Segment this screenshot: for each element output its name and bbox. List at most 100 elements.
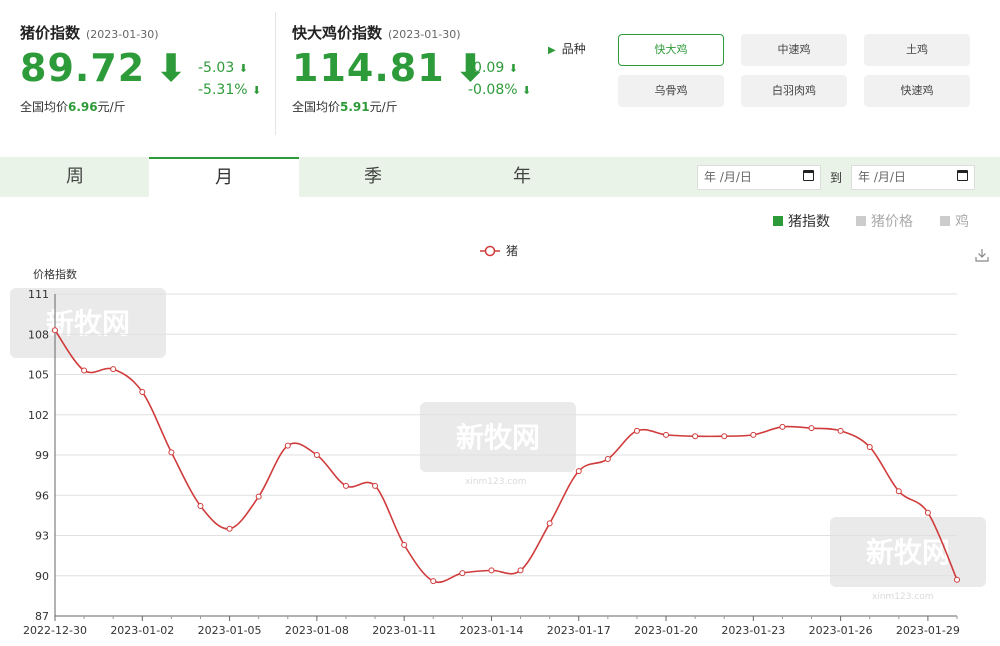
data-point [779,423,786,430]
calendar-icon [803,170,814,181]
data-point [633,427,640,434]
pig-change-pct: -5.31% ⬇ [198,82,262,98]
period-tab-bar: 周 月 季 年 [0,157,1000,197]
legend-label-pig: 猪 [506,244,518,258]
pig-index-date: (2023-01-30) [86,28,159,41]
breed-button-kuaisu[interactable]: 快速鸡 [864,75,970,107]
data-point [139,388,146,395]
data-point [110,366,117,373]
pig-index-line-chart: 新牧网 新牧网 xinm123.com 新牧网 xinm123.com 87 90… [10,244,986,637]
legend-swatch [773,216,783,226]
data-point [517,567,524,574]
data-point [750,431,757,438]
toggle-pig-index[interactable]: 猪指数 [773,211,830,231]
x-tick-label: 2022-12-30 [23,624,87,637]
data-point [837,427,844,434]
data-point [546,520,553,527]
date-range-to-label: 到 [830,171,843,185]
data-point [372,482,379,489]
down-arrow-icon: ⬇ [238,62,248,75]
down-arrow-icon: ⬇ [251,84,262,97]
y-tick-label: 108 [28,328,49,341]
svg-text:xinm123.com: xinm123.com [872,592,934,602]
data-point [197,502,204,509]
data-point [52,327,58,334]
tab-week[interactable]: 周 [0,157,150,197]
x-tick-label: 2023-01-20 [634,624,698,637]
data-point [313,452,320,458]
svg-text:xinm123.com: xinm123.com [465,477,527,487]
chicken-avg-price: 全国均价5.91元/斤 [292,100,398,114]
tab-month[interactable]: 月 [149,157,299,197]
x-tick-label: 2023-01-08 [285,624,349,637]
toggle-pig-price[interactable]: 猪价格 [856,211,913,231]
chicken-change-pct: -0.08% ⬇ [468,82,532,98]
chicken-index-date: (2023-01-30) [388,28,461,41]
data-point [168,449,175,456]
divider [275,12,276,135]
x-tick-label: 2023-01-02 [110,624,174,637]
data-point [81,367,88,374]
date-to-input[interactable]: 年 /月/日 [851,165,975,190]
chicken-index-value: 114.81 ⬇ [292,46,488,90]
data-point [924,509,931,516]
breed-button-wugu[interactable]: 乌骨鸡 [618,75,724,107]
breed-button-kuaida[interactable]: 快大鸡 [618,34,724,66]
y-tick-label: 87 [35,610,49,623]
y-tick-label: 90 [35,570,49,583]
pig-index-value: 89.72 ⬇ [20,46,189,90]
chicken-change-abs: -0.09 ⬇ [468,60,518,76]
chicken-index-title: 快大鸡价指数 (2023-01-30) [292,24,461,42]
x-tick-label: 2023-01-23 [721,624,785,637]
breed-button-baiyu[interactable]: 白羽肉鸡 [741,75,847,107]
y-tick-label: 99 [35,449,49,462]
y-tick-label: 105 [28,369,49,382]
data-point [575,468,582,475]
tab-year[interactable]: 年 [447,157,597,197]
data-point [401,541,408,548]
breed-label: ▶ 品种 [548,42,586,56]
legend-swatch [856,216,866,226]
x-tick-label: 2023-01-17 [547,624,611,637]
chart-legend[interactable]: 猪 [480,244,518,258]
data-point [866,443,873,450]
down-arrow-icon: ⬇ [521,84,532,97]
data-point [342,482,349,489]
x-tick-label: 2023-01-05 [198,624,262,637]
data-point [430,578,437,585]
data-point [488,567,495,574]
watermark: 新牧网 新牧网 xinm123.com 新牧网 xinm123.com [10,288,986,602]
down-arrow-icon: ⬇ [155,46,189,90]
pig-avg-price: 全国均价6.96元/斤 [20,100,126,114]
legend-swatch [940,216,950,226]
data-point [954,576,960,583]
breed-button-tuji[interactable]: 土鸡 [864,34,970,66]
y-tick-label: 93 [35,530,49,543]
calendar-icon [957,170,968,181]
down-arrow-icon: ⬇ [508,62,518,75]
y-tick-label: 96 [35,489,49,502]
grid-lines [55,293,957,617]
data-point [692,433,699,440]
data-point [721,433,728,440]
y-axis-title: 价格指数 [33,267,77,281]
breed-button-zhongsu[interactable]: 中速鸡 [741,34,847,66]
date-from-input[interactable]: 年 /月/日 [697,165,821,190]
y-tick-label: 102 [28,409,49,422]
y-tick-label: 111 [28,288,49,301]
data-point [459,570,466,577]
data-point [895,488,902,495]
x-tick-label: 2023-01-29 [896,624,960,637]
x-tick-label: 2023-01-14 [459,624,523,637]
data-point [255,493,262,500]
data-point [604,456,611,463]
data-point [808,425,815,432]
toggle-chicken[interactable]: 鸡 [940,211,969,231]
pig-index-title: 猪价指数 (2023-01-30) [20,24,159,42]
pig-change-abs: -5.03 ⬇ [198,60,248,76]
pig-index-card: 猪价指数 (2023-01-30) 89.72 ⬇ -5.03 ⬇ -5.31% ⬇… [20,0,270,140]
svg-text:新牧网: 新牧网 [456,421,540,454]
chicken-index-card: 快大鸡价指数 (2023-01-30) 114.81 ⬇ -0.09 ⬇ -0.08… [292,0,542,140]
x-tick-label: 2023-01-11 [372,624,436,637]
tab-quarter[interactable]: 季 [298,157,448,197]
